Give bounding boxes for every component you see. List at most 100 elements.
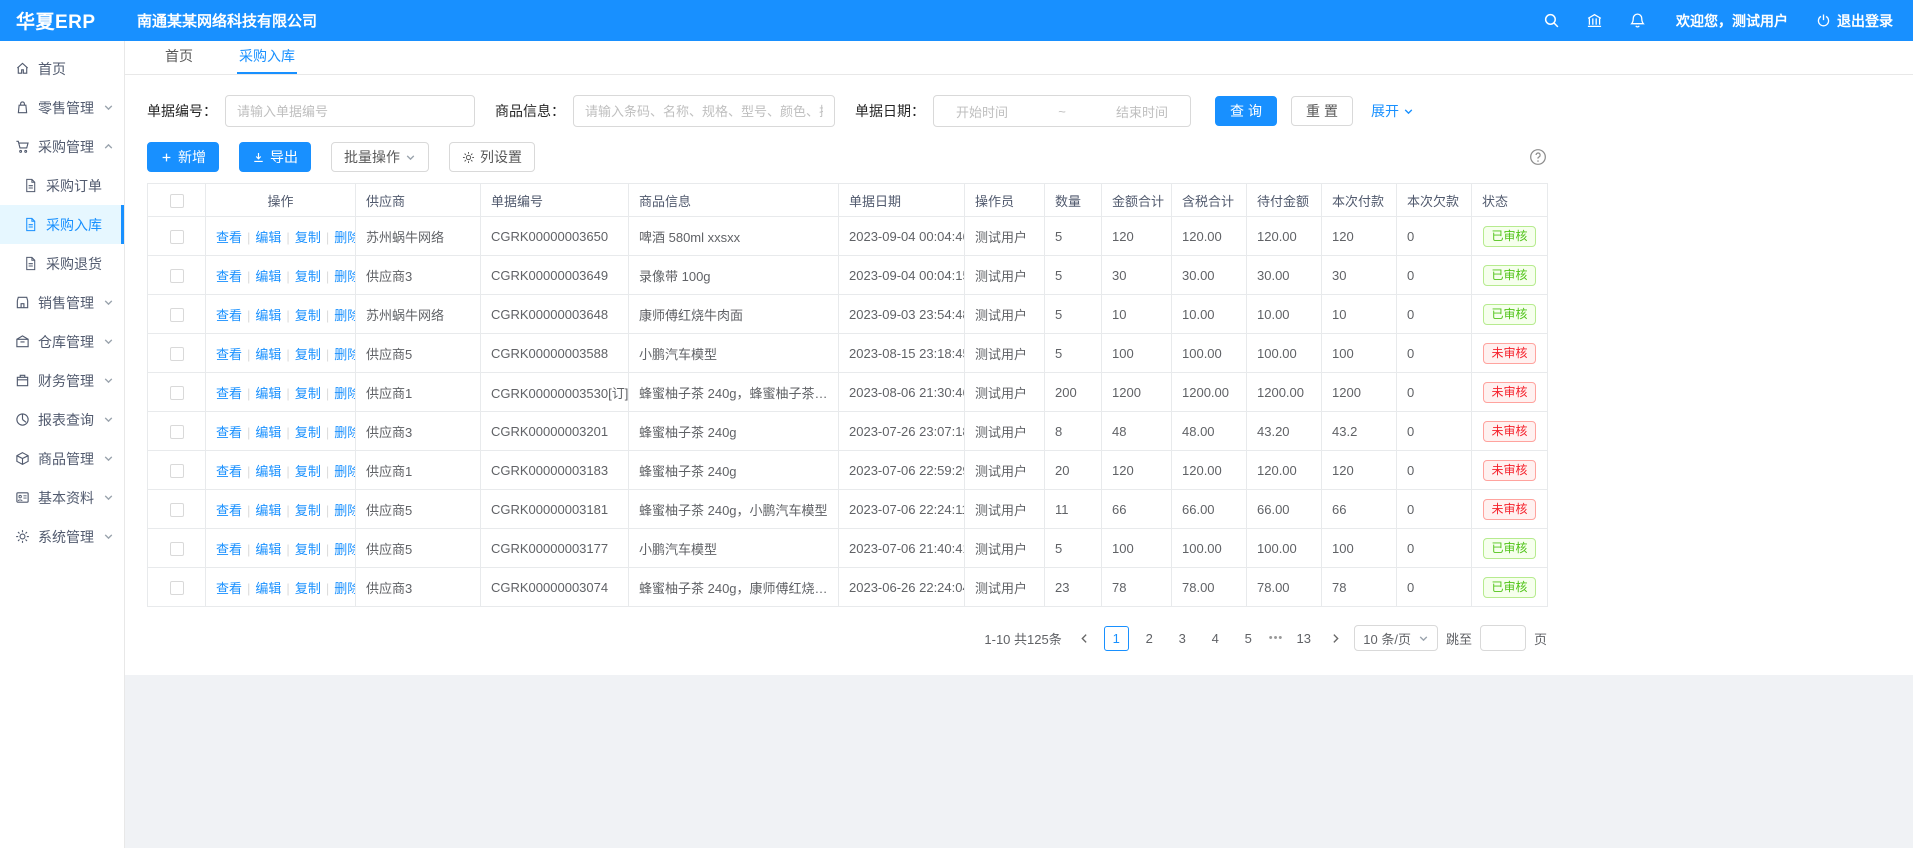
row-action-delete[interactable]: 删除 bbox=[334, 425, 355, 440]
row-action-view[interactable]: 查看 bbox=[216, 230, 242, 245]
sidebar-item-purchase[interactable]: 采购管理 bbox=[0, 127, 124, 166]
row-checkbox[interactable] bbox=[170, 347, 184, 361]
doc-no-input[interactable] bbox=[225, 95, 475, 127]
date-range-input[interactable]: 开始时间 ~ 结束时间 bbox=[933, 95, 1191, 127]
sidebar-item-system[interactable]: 系统管理 bbox=[0, 517, 124, 556]
sidebar-item-finance[interactable]: 财务管理 bbox=[0, 361, 124, 400]
logout-button[interactable]: 退出登录 bbox=[1816, 11, 1893, 31]
sidebar-item-basic[interactable]: 基本资料 bbox=[0, 478, 124, 517]
row-action-view[interactable]: 查看 bbox=[216, 542, 242, 557]
search-icon[interactable] bbox=[1543, 12, 1560, 29]
cell-tax-total: 120.00 bbox=[1172, 217, 1247, 256]
sidebar-item-label: 采购入库 bbox=[46, 215, 102, 235]
batch-actions-button[interactable]: 批量操作 bbox=[331, 142, 429, 172]
row-action-view[interactable]: 查看 bbox=[216, 581, 242, 596]
row-action-delete[interactable]: 删除 bbox=[334, 503, 355, 518]
row-action-edit[interactable]: 编辑 bbox=[255, 269, 281, 284]
reset-button[interactable]: 重置 bbox=[1291, 96, 1353, 126]
row-action-delete[interactable]: 删除 bbox=[334, 464, 355, 479]
row-action-view[interactable]: 查看 bbox=[216, 347, 242, 362]
export-button[interactable]: 导出 bbox=[239, 142, 311, 172]
row-action-copy[interactable]: 复制 bbox=[295, 425, 321, 440]
row-action-edit[interactable]: 编辑 bbox=[255, 230, 281, 245]
jump-page-input[interactable] bbox=[1480, 625, 1526, 651]
sidebar-item-purchase-inbound[interactable]: 采购入库 bbox=[0, 205, 124, 244]
cell-supplier: 供应商5 bbox=[356, 334, 481, 373]
row-action-delete[interactable]: 删除 bbox=[334, 542, 355, 557]
column-header-5: 操作员 bbox=[965, 184, 1045, 217]
prev-page-button[interactable] bbox=[1074, 626, 1096, 651]
cell-product: 蜂蜜柚子茶 240g bbox=[629, 451, 839, 490]
row-action-view[interactable]: 查看 bbox=[216, 425, 242, 440]
row-action-copy[interactable]: 复制 bbox=[295, 386, 321, 401]
page-size-select[interactable]: 10 条/页 bbox=[1354, 625, 1438, 651]
row-action-edit[interactable]: 编辑 bbox=[255, 308, 281, 323]
bell-icon[interactable] bbox=[1629, 12, 1646, 29]
action-separator: | bbox=[286, 503, 289, 518]
select-all-checkbox[interactable] bbox=[170, 194, 184, 208]
page-1-button[interactable]: 1 bbox=[1104, 626, 1129, 651]
row-checkbox[interactable] bbox=[170, 308, 184, 322]
row-checkbox[interactable] bbox=[170, 503, 184, 517]
sidebar-item-retail[interactable]: 零售管理 bbox=[0, 88, 124, 127]
row-action-copy[interactable]: 复制 bbox=[295, 464, 321, 479]
welcome-text: 欢迎您，测试用户 bbox=[1676, 11, 1788, 31]
row-action-copy[interactable]: 复制 bbox=[295, 308, 321, 323]
row-action-view[interactable]: 查看 bbox=[216, 308, 242, 323]
row-action-delete[interactable]: 删除 bbox=[334, 581, 355, 596]
sidebar-item-report[interactable]: 报表查询 bbox=[0, 400, 124, 439]
row-action-delete[interactable]: 删除 bbox=[334, 308, 355, 323]
row-checkbox[interactable] bbox=[170, 464, 184, 478]
row-action-edit[interactable]: 编辑 bbox=[255, 425, 281, 440]
row-checkbox[interactable] bbox=[170, 230, 184, 244]
tab-home[interactable]: 首页 bbox=[163, 41, 195, 74]
row-action-delete[interactable]: 删除 bbox=[334, 230, 355, 245]
sidebar-item-home[interactable]: 首页 bbox=[0, 49, 124, 88]
row-checkbox[interactable] bbox=[170, 542, 184, 556]
row-action-copy[interactable]: 复制 bbox=[295, 230, 321, 245]
pagination-total: 1-10 共125条 bbox=[984, 629, 1061, 648]
row-action-delete[interactable]: 删除 bbox=[334, 269, 355, 284]
row-checkbox[interactable] bbox=[170, 386, 184, 400]
row-action-delete[interactable]: 删除 bbox=[334, 347, 355, 362]
row-action-edit[interactable]: 编辑 bbox=[255, 386, 281, 401]
row-action-edit[interactable]: 编辑 bbox=[255, 542, 281, 557]
product-info-input[interactable] bbox=[573, 95, 835, 127]
row-action-edit[interactable]: 编辑 bbox=[255, 581, 281, 596]
search-button[interactable]: 查询 bbox=[1215, 96, 1277, 126]
sidebar-item-purchase-order[interactable]: 采购订单 bbox=[0, 166, 124, 205]
row-action-view[interactable]: 查看 bbox=[216, 269, 242, 284]
column-settings-button[interactable]: 列设置 bbox=[449, 142, 535, 172]
bank-icon[interactable] bbox=[1586, 12, 1603, 29]
page-2-button[interactable]: 2 bbox=[1137, 626, 1162, 651]
row-checkbox[interactable] bbox=[170, 425, 184, 439]
page-5-button[interactable]: 5 bbox=[1236, 626, 1261, 651]
add-button[interactable]: 新增 bbox=[147, 142, 219, 172]
row-action-view[interactable]: 查看 bbox=[216, 503, 242, 518]
sidebar-item-purchase-return[interactable]: 采购退货 bbox=[0, 244, 124, 283]
row-action-copy[interactable]: 复制 bbox=[295, 269, 321, 284]
row-action-edit[interactable]: 编辑 bbox=[255, 503, 281, 518]
page-3-button[interactable]: 3 bbox=[1170, 626, 1195, 651]
row-action-edit[interactable]: 编辑 bbox=[255, 464, 281, 479]
tab-purchase-inbound[interactable]: 采购入库 bbox=[237, 41, 297, 74]
row-checkbox[interactable] bbox=[170, 269, 184, 283]
page-13-button[interactable]: 13 bbox=[1291, 626, 1316, 651]
row-action-view[interactable]: 查看 bbox=[216, 464, 242, 479]
row-action-view[interactable]: 查看 bbox=[216, 386, 242, 401]
expand-link[interactable]: 展开 bbox=[1371, 101, 1414, 121]
row-checkbox[interactable] bbox=[170, 581, 184, 595]
help-icon[interactable] bbox=[1529, 148, 1547, 166]
sidebar-item-sales[interactable]: 销售管理 bbox=[0, 283, 124, 322]
row-action-copy[interactable]: 复制 bbox=[295, 503, 321, 518]
row-action-edit[interactable]: 编辑 bbox=[255, 347, 281, 362]
row-action-delete[interactable]: 删除 bbox=[334, 386, 355, 401]
next-page-button[interactable] bbox=[1324, 626, 1346, 651]
row-action-copy[interactable]: 复制 bbox=[295, 347, 321, 362]
sidebar-item-goods[interactable]: 商品管理 bbox=[0, 439, 124, 478]
row-action-copy[interactable]: 复制 bbox=[295, 581, 321, 596]
page-4-button[interactable]: 4 bbox=[1203, 626, 1228, 651]
sidebar-item-warehouse[interactable]: 仓库管理 bbox=[0, 322, 124, 361]
pagination-ellipsis[interactable]: ••• bbox=[1269, 632, 1284, 644]
row-action-copy[interactable]: 复制 bbox=[295, 542, 321, 557]
